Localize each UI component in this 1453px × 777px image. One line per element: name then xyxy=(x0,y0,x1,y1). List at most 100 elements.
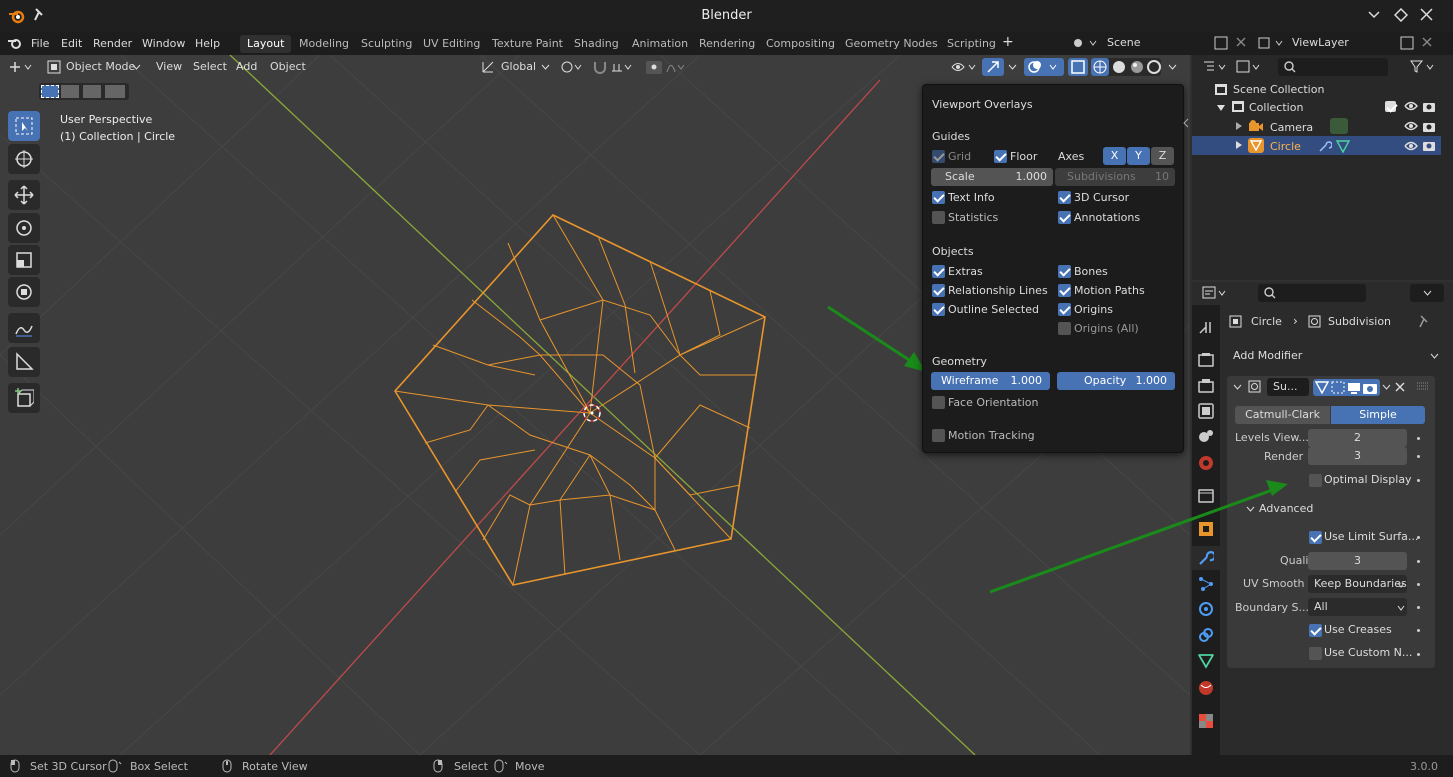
motion-tracking-checkbox[interactable] xyxy=(932,429,945,442)
quality-field[interactable]: 3 xyxy=(1308,552,1407,570)
tab-rendering[interactable]: Rendering xyxy=(692,35,762,53)
texture-tab-icon[interactable] xyxy=(1198,713,1214,729)
circle-row-selected[interactable]: Circle xyxy=(1192,136,1441,155)
select-box-tool[interactable] xyxy=(8,111,40,141)
particles-tab-icon[interactable] xyxy=(1198,576,1214,592)
menu-help[interactable]: Help xyxy=(195,37,220,50)
solid-shading-icon[interactable] xyxy=(1110,58,1128,76)
optimal-display-checkbox[interactable] xyxy=(1309,474,1322,487)
editor-type-icon[interactable] xyxy=(8,60,34,74)
collection-tab-icon[interactable] xyxy=(1198,488,1214,504)
tab-animation[interactable]: Animation xyxy=(625,35,695,53)
expand-arrow-icon[interactable] xyxy=(1217,105,1225,111)
measure-tool[interactable] xyxy=(8,347,40,377)
keyframe-dot[interactable] xyxy=(1417,560,1420,563)
view-layer-tab-icon[interactable] xyxy=(1198,403,1214,419)
new-scene-icon[interactable] xyxy=(1214,36,1228,50)
origins-all-checkbox[interactable] xyxy=(1058,322,1071,335)
filter-icon[interactable] xyxy=(1410,60,1436,74)
scene-field[interactable]: Scene xyxy=(1101,34,1209,52)
edit-mode-toggle-icon[interactable] xyxy=(1315,381,1329,394)
axis-z-toggle[interactable]: Z xyxy=(1151,147,1174,165)
chevron-down-icon[interactable] xyxy=(1168,64,1177,70)
axis-x-toggle[interactable]: X xyxy=(1103,147,1126,165)
keyframe-dot[interactable] xyxy=(1417,536,1420,539)
tool-tab-icon[interactable] xyxy=(1198,319,1214,335)
scale-slider[interactable]: Scale 1.000 xyxy=(931,168,1053,186)
opacity-slider[interactable]: Opacity 1.000 xyxy=(1057,372,1175,390)
tab-modeling[interactable]: Modeling xyxy=(292,35,356,53)
menu-edit[interactable]: Edit xyxy=(61,37,82,50)
realtime-toggle-icon[interactable] xyxy=(1347,381,1361,394)
tab-geometry-nodes[interactable]: Geometry Nodes xyxy=(838,35,945,53)
cursor-tool[interactable] xyxy=(8,144,40,174)
expand-arrow-icon[interactable] xyxy=(1236,141,1242,149)
3d-cursor-checkbox[interactable] xyxy=(1058,191,1071,204)
use-limit-surface-checkbox[interactable] xyxy=(1309,531,1322,544)
wireframe-slider[interactable]: Wireframe 1.000 xyxy=(931,372,1050,390)
menu-render[interactable]: Render xyxy=(93,37,132,50)
menu-object[interactable]: Object xyxy=(270,60,306,73)
face-orientation-checkbox[interactable] xyxy=(932,396,945,409)
chevron-down-icon[interactable] xyxy=(132,64,141,70)
gizmo-toggle[interactable] xyxy=(982,58,1004,76)
keyframe-dot[interactable] xyxy=(1417,583,1420,586)
boundary-smooth-dropdown[interactable]: All xyxy=(1308,598,1407,616)
view-layer-icon[interactable] xyxy=(1258,36,1284,50)
wireframe-shading-icon[interactable] xyxy=(1091,58,1109,76)
eye-icon[interactable] xyxy=(1404,121,1418,131)
circle-item[interactable]: Circle xyxy=(1270,140,1301,153)
chevron-down-icon[interactable] xyxy=(1246,506,1255,512)
tab-uv-editing[interactable]: UV Editing xyxy=(416,35,487,53)
scene-icon[interactable] xyxy=(1072,36,1098,50)
maximize-icon[interactable] xyxy=(1394,8,1408,22)
chevron-down-icon[interactable] xyxy=(1382,384,1391,390)
floor-checkbox[interactable] xyxy=(994,150,1007,163)
keyframe-dot[interactable] xyxy=(1417,629,1420,632)
select-intersect-icon[interactable] xyxy=(105,85,125,98)
snap-icon[interactable] xyxy=(592,59,638,75)
render-toggle-icon[interactable] xyxy=(1363,381,1377,394)
camera-item[interactable]: Camera xyxy=(1270,121,1313,134)
drag-handle-icon[interactable] xyxy=(1417,382,1429,390)
tab-compositing[interactable]: Compositing xyxy=(759,35,842,53)
origins-checkbox[interactable] xyxy=(1058,303,1071,316)
remove-modifier-icon[interactable] xyxy=(1395,382,1405,392)
modifiers-tab-active[interactable] xyxy=(1192,546,1220,570)
camera-render-icon[interactable] xyxy=(1423,100,1435,112)
scene-tab-icon[interactable] xyxy=(1198,428,1214,444)
world-tab-icon[interactable] xyxy=(1198,455,1214,471)
close-icon[interactable] xyxy=(1420,8,1433,21)
add-workspace-icon[interactable]: + xyxy=(1002,34,1014,50)
output-tab-icon[interactable] xyxy=(1198,378,1214,394)
transform-tool[interactable] xyxy=(8,277,40,307)
pin-icon[interactable] xyxy=(1418,315,1430,328)
relationship-lines-checkbox[interactable] xyxy=(932,284,945,297)
menu-select[interactable]: Select xyxy=(193,60,227,73)
outliner-search-input[interactable] xyxy=(1278,58,1388,76)
visibility-icon[interactable] xyxy=(950,59,978,75)
tab-scripting[interactable]: Scripting xyxy=(940,35,1003,53)
properties-editor-icon[interactable] xyxy=(1202,286,1228,300)
object-mode-dropdown[interactable]: Object Mode xyxy=(66,60,135,73)
object-tab-icon[interactable] xyxy=(1198,521,1214,537)
collection-exclude-checkbox[interactable] xyxy=(1385,101,1396,112)
use-custom-normals-checkbox[interactable] xyxy=(1309,647,1322,660)
scene-collection-item[interactable]: Scene Collection xyxy=(1233,83,1324,96)
tab-texture-paint[interactable]: Texture Paint xyxy=(485,35,570,53)
data-tab-icon[interactable] xyxy=(1198,653,1214,669)
render-tab-icon[interactable] xyxy=(1198,352,1214,368)
bones-checkbox[interactable] xyxy=(1058,265,1071,278)
expand-arrow-icon[interactable] xyxy=(1236,122,1242,130)
chevron-down-icon[interactable] xyxy=(541,64,550,70)
axis-y-toggle[interactable]: Y xyxy=(1127,147,1150,165)
chevron-down-icon[interactable] xyxy=(1233,384,1242,390)
use-creases-checkbox[interactable] xyxy=(1309,624,1322,637)
new-view-layer-icon[interactable] xyxy=(1400,36,1414,50)
select-extend-icon[interactable] xyxy=(61,85,79,98)
advanced-subpanel-header[interactable]: Advanced xyxy=(1259,502,1313,515)
keyframe-dot[interactable] xyxy=(1417,437,1420,440)
pivot-point-icon[interactable] xyxy=(560,59,586,75)
add-cube-tool[interactable] xyxy=(8,383,40,413)
scale-tool[interactable] xyxy=(8,245,40,275)
